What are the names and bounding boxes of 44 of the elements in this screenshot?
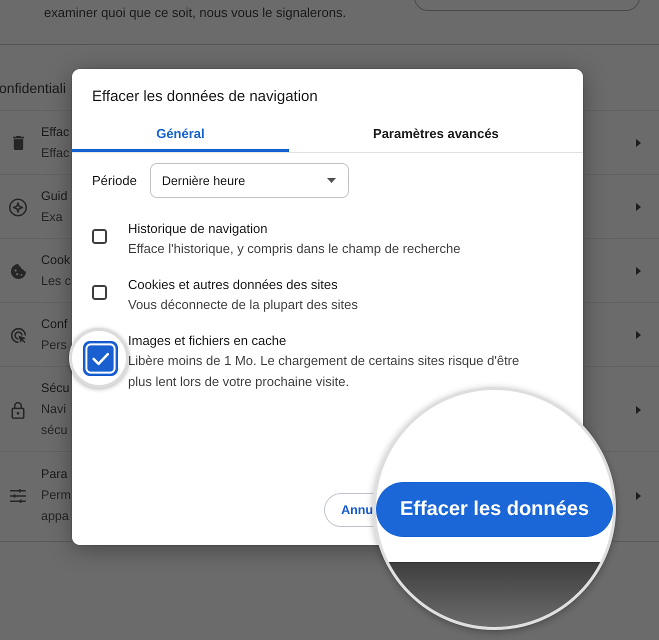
tab[interactable]: Paramètres avancés [288, 118, 583, 152]
row-title: Guid [41, 188, 68, 205]
caret-right-icon [636, 406, 641, 414]
row-title: Para [41, 466, 68, 483]
row-description: appa [41, 508, 69, 525]
caret-right-icon [636, 267, 641, 275]
caret-right-icon [636, 139, 641, 147]
option-title: Cookies et autres données des sites [128, 276, 339, 294]
option-description: Vous déconnecte de la plupart des sites [128, 296, 358, 314]
option-title: Images et fichiers en cache [128, 332, 288, 350]
option-description: Efface l'historique, y compris dans le champ de recherche [128, 240, 460, 258]
cookie-icon [10, 264, 26, 278]
checkbox[interactable] [92, 285, 107, 300]
option-description: Libère moins de 1 Mo. Le chargement de certains sites risque d'être plus lent lors de votre prochaine visite. [128, 352, 520, 391]
compass-icon [9, 198, 27, 216]
row-title: Cook [41, 252, 70, 269]
notice-text: examiner quoi que ce soit, nous vous le signalerons. [44, 4, 346, 22]
lock-icon [11, 400, 25, 418]
period-label: Période [92, 172, 137, 190]
clear-data-button[interactable]: Effacer les données [376, 482, 613, 537]
caret-right-icon [636, 492, 641, 500]
option-title: Historique de navigation [128, 220, 268, 238]
period-select[interactable]: Dernière heure [150, 163, 349, 198]
caret-right-icon [636, 331, 641, 339]
caret-down-icon [326, 178, 336, 183]
row-description: Effac [41, 145, 70, 162]
row-title: Conf [41, 316, 68, 333]
row-description: Pers [41, 337, 67, 354]
row-description: Perm [41, 487, 71, 504]
cancel-button[interactable]: Annu [324, 493, 373, 527]
row-description: Exa [41, 209, 63, 226]
trash-icon [12, 136, 24, 150]
row-title: Effac [41, 124, 70, 141]
row-description: Navi [41, 401, 66, 418]
row-description: Les c [41, 273, 71, 290]
dialog-title: Effacer les données de navigation [92, 87, 318, 107]
row-title: Sécu [41, 380, 70, 397]
checkbox[interactable] [92, 229, 107, 244]
tab[interactable]: Général [72, 118, 289, 152]
caret-right-icon [636, 203, 641, 211]
target-cursor-icon [10, 326, 26, 344]
row-description: sécu [41, 422, 68, 439]
sliders-icon [10, 488, 26, 502]
checkbox[interactable] [83, 340, 118, 376]
